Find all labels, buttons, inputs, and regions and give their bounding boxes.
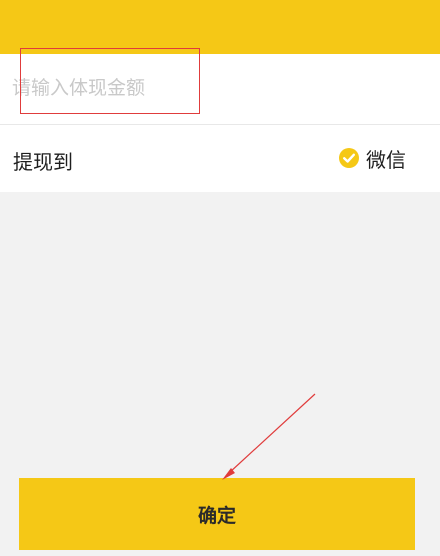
amount-row <box>0 54 440 124</box>
top-header-bar <box>0 0 440 54</box>
amount-input[interactable] <box>12 68 412 108</box>
wechat-label: 微信 <box>366 147 406 172</box>
confirm-button[interactable]: 确定 <box>19 478 415 550</box>
withdraw-destination-row: 提现到 微信 <box>0 125 440 192</box>
check-circle-icon <box>339 148 359 168</box>
wechat-option[interactable]: 微信 <box>339 144 406 172</box>
withdraw-label: 提现到 <box>13 150 73 174</box>
